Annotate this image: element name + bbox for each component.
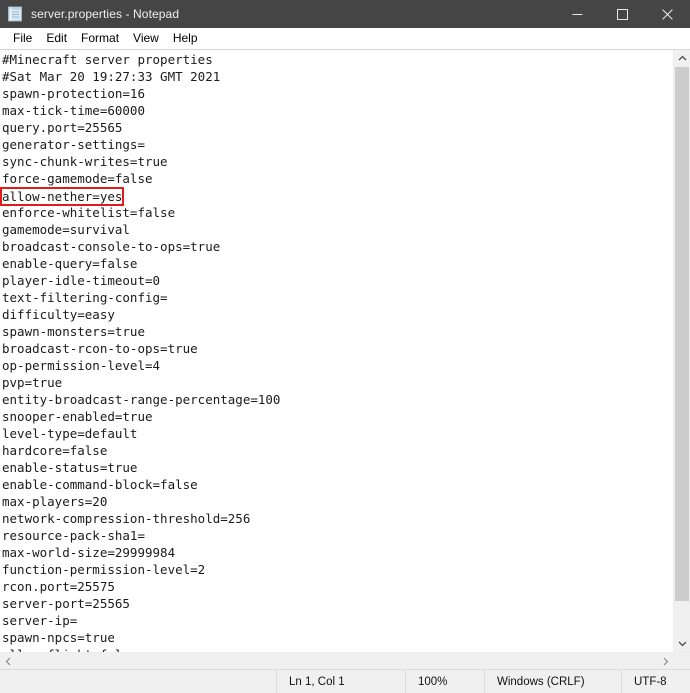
maximize-icon	[617, 8, 628, 20]
chevron-down-icon	[678, 641, 686, 647]
chevron-up-icon	[678, 55, 686, 61]
editor-line: max-world-size=29999984	[2, 545, 176, 560]
menu-item-file[interactable]: File	[6, 29, 39, 47]
vertical-scroll-track[interactable]	[674, 67, 690, 635]
editor-line: enable-query=false	[2, 256, 138, 271]
editor-region: #Minecraft server properties #Sat Mar 20 …	[0, 49, 690, 669]
status-bar-spacer	[0, 670, 276, 693]
close-icon	[662, 8, 673, 20]
maximize-button[interactable]	[600, 0, 645, 28]
editor-line: gamemode=survival	[2, 222, 130, 237]
minimize-icon	[572, 13, 583, 15]
editor-line: spawn-protection=16	[2, 86, 145, 101]
editor-line: function-permission-level=2	[2, 562, 206, 577]
notepad-window: server.properties - Notepad File Edit Fo…	[0, 0, 690, 693]
editor-line: entity-broadcast-range-percentage=100	[2, 392, 281, 407]
editor-line: op-permission-level=4	[2, 358, 161, 373]
highlight-annotation: allow-nether=yes	[0, 187, 125, 206]
editor-line: network-compression-threshold=256	[2, 511, 251, 526]
window-controls	[555, 0, 690, 28]
minimize-button[interactable]	[555, 0, 600, 28]
editor-line: allow-nether=yes	[0, 187, 673, 206]
editor-line: sync-chunk-writes=true	[2, 154, 168, 169]
editor-line: spawn-npcs=true	[2, 630, 115, 645]
editor-line: hardcore=false	[2, 443, 108, 458]
menu-item-view[interactable]: View	[126, 29, 166, 47]
chevron-right-icon	[663, 657, 669, 665]
scroll-up-button[interactable]	[674, 50, 690, 67]
editor-line: allow-flight=false	[2, 646, 673, 652]
editor-line: enforce-whitelist=false	[2, 205, 176, 220]
horizontal-scrollbar[interactable]	[0, 652, 690, 669]
vertical-scrollbar[interactable]	[673, 50, 690, 652]
window-title: server.properties - Notepad	[31, 7, 180, 21]
status-line-ending: Windows (CRLF)	[484, 670, 621, 693]
editor-line: max-tick-time=60000	[2, 103, 145, 118]
editor-line: difficulty=easy	[2, 307, 115, 322]
scrollbar-corner	[674, 653, 690, 669]
editor-line: player-idle-timeout=0	[2, 273, 161, 288]
editor-line: #Sat Mar 20 19:27:33 GMT 2021	[2, 69, 221, 84]
editor-line: force-gamemode=false	[2, 171, 153, 186]
scroll-left-button[interactable]	[0, 653, 17, 669]
editor-line: snooper-enabled=true	[2, 409, 153, 424]
horizontal-scroll-track[interactable]	[17, 653, 657, 669]
notepad-icon	[8, 6, 22, 22]
status-bar: Ln 1, Col 1 100% Windows (CRLF) UTF-8	[0, 669, 690, 693]
editor-line: resource-pack-sha1=	[2, 528, 145, 543]
title-bar: server.properties - Notepad	[0, 0, 690, 28]
chevron-left-icon	[5, 657, 11, 665]
editor-line: query.port=25565	[2, 120, 123, 135]
status-zoom-level[interactable]: 100%	[405, 670, 484, 693]
editor-line: broadcast-rcon-to-ops=true	[2, 341, 198, 356]
editor-line: spawn-monsters=true	[2, 324, 145, 339]
text-editor[interactable]: #Minecraft server properties #Sat Mar 20 …	[0, 50, 673, 652]
editor-line: rcon.port=25575	[2, 579, 115, 594]
menu-bar: File Edit Format View Help	[0, 28, 690, 49]
editor-line: level-type=default	[2, 426, 138, 441]
scroll-down-button[interactable]	[674, 635, 690, 652]
editor-line: server-ip=	[2, 613, 78, 628]
scroll-right-button[interactable]	[657, 653, 674, 669]
status-encoding: UTF-8	[621, 670, 690, 693]
vertical-scroll-thumb[interactable]	[675, 67, 689, 601]
close-button[interactable]	[645, 0, 690, 28]
editor-line: #Minecraft server properties	[2, 52, 213, 67]
editor-line: enable-status=true	[2, 460, 138, 475]
editor-line: pvp=true	[2, 375, 63, 390]
editor-line: max-players=20	[2, 494, 108, 509]
menu-item-format[interactable]: Format	[74, 29, 126, 47]
menu-item-help[interactable]: Help	[166, 29, 205, 47]
status-cursor-position: Ln 1, Col 1	[276, 670, 405, 693]
editor-line: enable-command-block=false	[2, 477, 198, 492]
editor-line: server-port=25565	[2, 596, 130, 611]
editor-line: generator-settings=	[2, 137, 145, 152]
menu-item-edit[interactable]: Edit	[39, 29, 74, 47]
editor-line: text-filtering-config=	[2, 290, 168, 305]
editor-line: broadcast-console-to-ops=true	[2, 239, 221, 254]
